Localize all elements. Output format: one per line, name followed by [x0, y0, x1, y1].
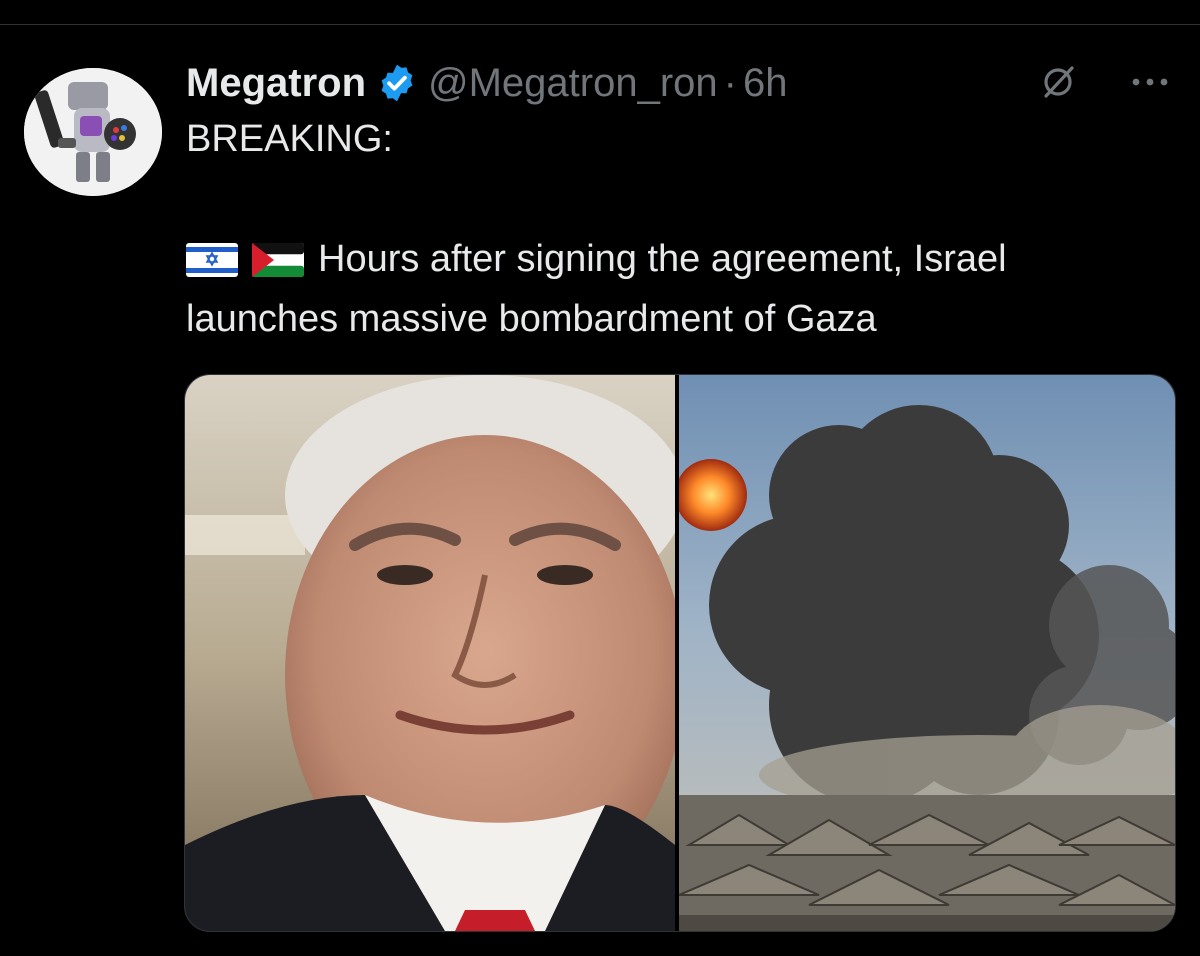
post-header: Megatron @Megatron_ron · 6h [186, 58, 787, 108]
portrait-photo[interactable] [185, 375, 675, 931]
verified-badge-icon [376, 62, 418, 104]
author-handle[interactable]: @Megatron_ron [428, 61, 718, 106]
post-text-line: Hours after signing the agreement, Israe… [318, 238, 1007, 280]
post-text-line: BREAKING: [186, 118, 393, 160]
post-media[interactable] [184, 374, 1176, 932]
post-text-line: launches massive bombardment of Gaza [186, 298, 877, 340]
avatar[interactable] [24, 68, 162, 196]
separator-dot: · [723, 60, 737, 105]
more-options-icon[interactable] [1128, 62, 1172, 102]
post-time[interactable]: 6h [743, 61, 788, 106]
grok-icon[interactable] [1038, 62, 1078, 102]
bombardment-photo[interactable] [679, 375, 1175, 931]
top-divider [0, 24, 1200, 25]
israel-flag-icon [186, 242, 238, 277]
author-name[interactable]: Megatron [186, 61, 366, 106]
post-text-line-with-flags: Hours after signing the agreement, Israe… [186, 238, 1007, 281]
palestine-flag-icon [252, 242, 304, 277]
